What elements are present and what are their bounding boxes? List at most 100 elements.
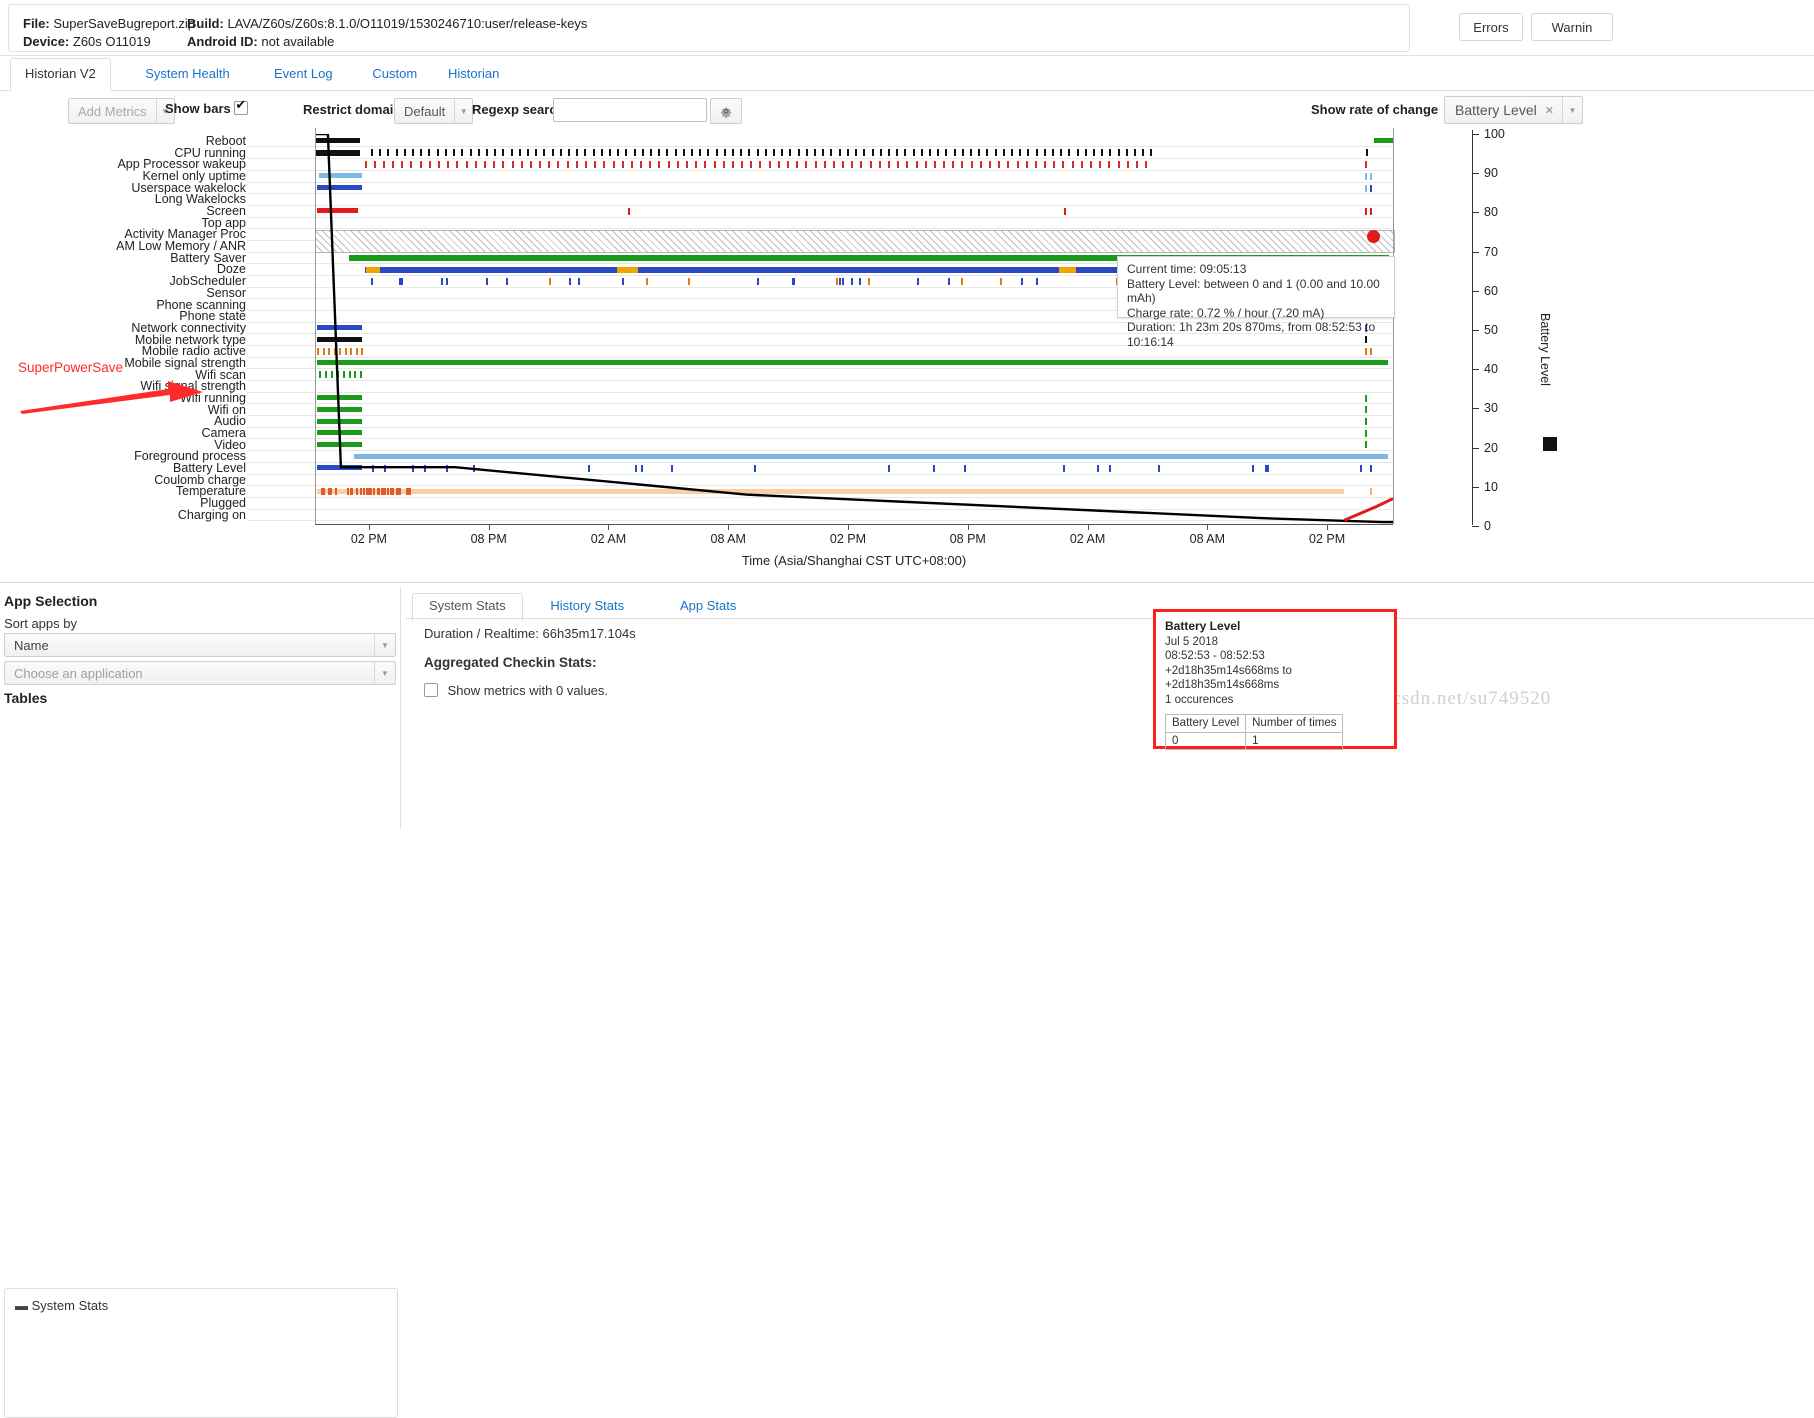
x-tick [1087,524,1089,530]
y-tick-label: 20 [1484,440,1498,455]
add-metrics-label: Add Metrics [78,103,147,119]
y-tick [1472,134,1479,135]
tooltip-duration: Duration: 1h 23m 20s 870ms, from 08:52:5… [1127,320,1376,349]
y-tick-label: 90 [1484,166,1498,181]
tooltip-table-row: 01 [1164,731,1344,750]
y-tick-label: 60 [1484,283,1498,298]
tooltip-table-header: Battery Level [1164,714,1247,733]
x-tick-label: 02 AM [1069,532,1106,546]
y-tick [1472,408,1479,410]
stats-tab-history-stats[interactable]: History Stats [534,593,640,619]
x-tick-label: 08 AM [710,532,746,546]
sort-apps-by-select[interactable]: Name ▼ [4,633,396,657]
tab-custom[interactable]: Custom [358,58,431,89]
y-tick-label: 30 [1484,401,1498,416]
x-tick [848,524,849,530]
tab-historian[interactable]: Historian [434,58,513,89]
legend-swatch-battery-level [1543,437,1557,451]
settings-gear-button[interactable] [710,98,742,124]
y-tick [1472,526,1479,527]
app-header: File: SuperSaveBugreport.zip Device: Z60… [0,0,1814,56]
charging-segment [1343,497,1393,522]
show-bars-label: Show bars [165,101,231,116]
android-id-label: Android ID: [187,34,258,49]
current-time-tooltip: Current time: 09:05:13 Battery Level: be… [1117,256,1395,349]
y-tick [1472,369,1479,371]
sort-apps-by-value: Name [14,637,49,653]
y-tick [1472,212,1479,214]
x-tick-label: 08 PM [949,532,986,546]
tab-system-health[interactable]: System Health [131,58,244,89]
y-tick [1472,173,1479,175]
x-tick-label: 02 AM [590,532,627,546]
metric-token-select[interactable]: Battery Level ✕ ▼ [1444,96,1583,124]
y-tick-label: 70 [1484,244,1498,259]
y-tick-label: 0 [1484,519,1491,533]
tooltip-date: Jul 5 2018 [1165,635,1219,648]
show-zero-metrics-checkbox[interactable] [424,683,438,697]
x-tick-label: 02 PM [350,532,387,546]
panel-divider [0,582,1814,583]
x-tick-label: 08 AM [1189,532,1226,546]
historian-timeline-chart[interactable]: Reboot CPU running App Processor wakeup Ker… [0,127,1814,750]
annotation-superpowersave: SuperPowerSave [18,360,124,375]
tooltip-occurrences: 1 occurences [1165,693,1234,706]
x-tick [488,524,490,530]
stats-tab-system-stats[interactable]: System Stats [412,593,523,621]
chevron-down-icon: ▼ [374,634,395,656]
tooltip-offset-range: +2d18h35m14s668ms to +2d18h35m14s668ms [1165,664,1292,692]
x-tick-label: 02 PM [1309,532,1346,546]
restrict-domain-label: Restrict domain [303,102,402,117]
historian-app: File: SuperSaveBugreport.zip Device: Z60… [0,0,1814,1418]
x-tick-label: 02 PM [829,532,867,546]
file-value: SuperSaveBugreport.zip [53,16,196,31]
metric-label-charging-on[interactable]: Charging on [178,509,246,522]
tooltip-table: Battery Level Number of times 01 [1164,714,1344,750]
y-axis-title: Battery Level [1538,313,1552,386]
device-info: Device: Z60s O11019 [23,34,151,49]
app-selection-panel: App Selection Sort apps by Name ▼ Choose… [0,588,401,1418]
regexp-search-input[interactable] [553,98,707,122]
y-tick [1472,447,1479,449]
tooltip-charge-rate: Charge rate: 0.72 % / hour (7.20 mA) [1127,305,1325,320]
gear-icon [721,107,732,118]
device-value: Z60s O11019 [72,34,151,49]
collapse-icon[interactable]: ▬ [15,1298,28,1313]
table-row-system-stats[interactable]: ▬ System Stats [15,1298,108,1313]
metric-token-label: Battery Level [1455,102,1537,118]
add-metrics-select[interactable]: Add Metrics ▼ [68,98,175,124]
duration-realtime-line: Duration / Realtime: 66h35m17.104s [424,626,636,641]
tooltip-current-time: Current time: 09:05:13 [1127,262,1247,276]
close-icon[interactable]: ✕ [1543,97,1562,123]
restrict-domain-value: Default [404,103,446,119]
x-tick [967,524,969,530]
stats-tab-underline [406,618,1814,619]
chevron-down-icon: ▼ [374,662,395,684]
android-id-value: not available [261,34,335,49]
chart-toolbar: Add Metrics ▼ Show bars Restrict domain … [0,95,1814,129]
show-zero-metrics-row[interactable]: Show metrics with 0 values. [424,683,608,698]
chart-left-border [315,128,316,524]
x-tick [1207,524,1209,530]
restrict-domain-select[interactable]: Default ▼ [394,98,474,124]
build-info: Build: LAVA/Z60s/Z60s:8.1.0/O11019/15302… [187,16,587,31]
build-value: LAVA/Z60s/Z60s:8.1.0/O11019/1530246710:u… [227,16,588,31]
stats-tab-app-stats[interactable]: App Stats [664,593,752,619]
choose-application-placeholder: Choose an application [14,665,143,681]
show-bars-checkbox[interactable] [234,97,249,115]
bugreport-info-box: File: SuperSaveBugreport.zip Device: Z60… [8,4,1410,52]
regexp-search-label: Regexp search [472,102,565,117]
tooltip-title: Battery Level [1165,619,1241,633]
y-axis-line [1472,130,1473,525]
warnings-button[interactable]: Warnin [1531,13,1613,41]
stats-panel: System Stats History Stats App Stats Durat… [406,588,1814,828]
main-tabbar: Historian V2 System Health Event Log Custom… [0,58,1814,91]
tab-historian-v2[interactable]: Historian V2 [10,58,111,91]
tooltip-table-cell: 1 [1245,731,1344,750]
tooltip-table-header: Number of times [1245,714,1344,733]
choose-application-select[interactable]: Choose an application ▼ [4,661,396,685]
sort-apps-by-label: Sort apps by [4,616,77,631]
chevron-down-icon: ▼ [1561,97,1582,123]
tab-event-log[interactable]: Event Log [260,58,347,89]
errors-button[interactable]: Errors [1459,13,1523,41]
